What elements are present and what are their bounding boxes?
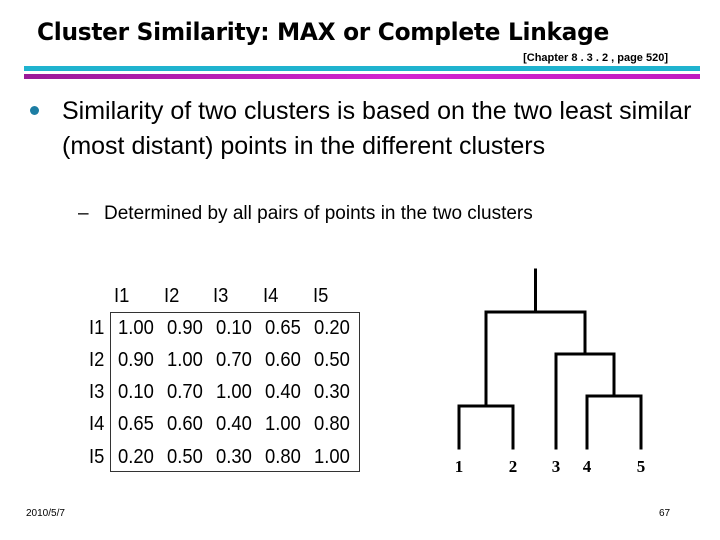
dendrogram: 1 2 3 4 5 [455,268,646,476]
leaf-label: 3 [552,457,561,476]
footer-date: 2010/5/7 [26,508,65,519]
leaf-label: 2 [509,457,518,476]
leaf-label: 4 [583,457,592,476]
leaf-label: 5 [637,457,646,476]
page-number: 67 [659,508,671,519]
leaf-label: 1 [455,457,464,476]
